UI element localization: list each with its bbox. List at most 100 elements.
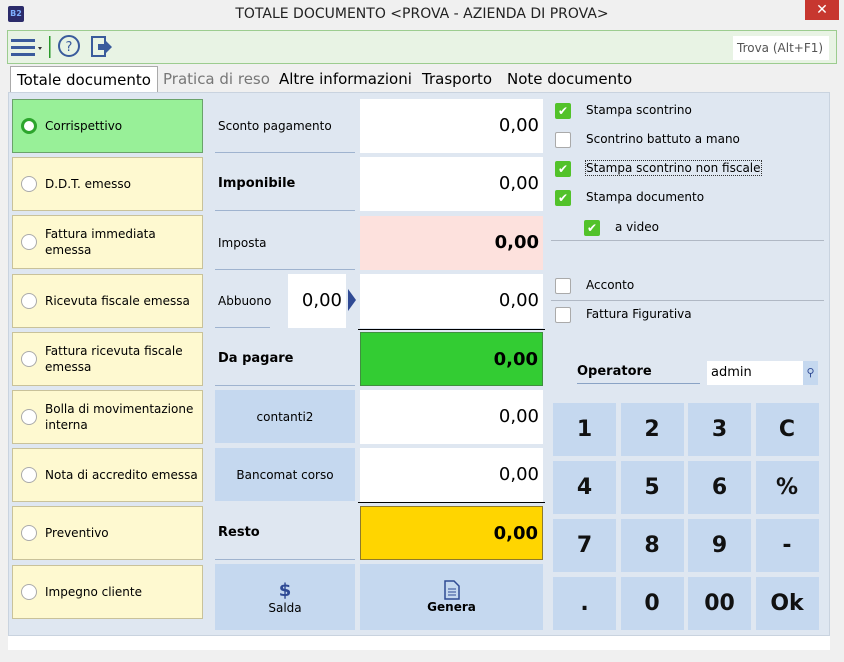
- doc-type-label: Bolla di movimentazione interna: [45, 402, 194, 432]
- imponibile-field: 0,00: [360, 157, 543, 211]
- tab-totale-documento[interactable]: Totale documento: [10, 66, 158, 92]
- doc-type-label: Preventivo: [45, 526, 109, 541]
- checkbox[interactable]: ✔: [555, 190, 571, 206]
- keypad-key[interactable]: 1: [553, 403, 616, 456]
- radio-button[interactable]: [21, 525, 37, 542]
- checkbox[interactable]: ✔: [555, 103, 571, 119]
- radio-button[interactable]: [21, 292, 37, 309]
- checkbox-label[interactable]: Fattura Figurativa: [586, 307, 692, 321]
- resto-field: 0,00: [360, 506, 543, 560]
- keypad-key[interactable]: 00: [688, 577, 751, 630]
- divider: [358, 502, 545, 503]
- checkbox[interactable]: [555, 132, 571, 148]
- abbuono-field: 0,00: [360, 274, 543, 328]
- payment-contanti-button[interactable]: contanti2: [215, 390, 355, 443]
- menu-icon[interactable]: [11, 36, 51, 58]
- keypad-key[interactable]: %: [755, 461, 819, 514]
- doc-type-option[interactable]: Bolla di movimentazione interna: [12, 390, 203, 444]
- doc-type-label: D.D.T. emesso: [45, 177, 131, 192]
- doc-type-option[interactable]: Ricevuta fiscale emessa: [12, 273, 203, 328]
- payment-bancomat-button[interactable]: Bancomat corso: [215, 448, 355, 501]
- sconto-label: Sconto pagamento: [215, 99, 355, 153]
- divider: [551, 240, 824, 241]
- salda-button[interactable]: $ Salda: [215, 564, 355, 630]
- window-title: TOTALE DOCUMENTO <PROVA - AZIENDA DI PRO…: [235, 6, 609, 22]
- doc-type-label: Fattura immediata emessa: [45, 227, 156, 258]
- sconto-field[interactable]: 0,00: [360, 99, 543, 153]
- radio-button[interactable]: [21, 409, 37, 425]
- keypad-key[interactable]: 6: [688, 461, 751, 514]
- resto-label: Resto: [215, 506, 355, 560]
- checkbox-label[interactable]: Stampa scontrino non fiscale: [585, 160, 762, 176]
- operatore-label: Operatore: [577, 364, 700, 384]
- panel-footer: [8, 636, 830, 650]
- tab-altre-informazioni[interactable]: Altre informazioni: [273, 66, 418, 92]
- find-button[interactable]: Trova (Alt+F1): [733, 36, 829, 60]
- doc-type-option[interactable]: Impegno cliente: [12, 564, 203, 619]
- keypad-key[interactable]: C: [755, 403, 819, 456]
- checkbox[interactable]: ✔: [555, 161, 571, 177]
- close-button[interactable]: ✕: [805, 0, 839, 20]
- imposta-label: Imposta: [215, 216, 355, 270]
- document-icon: [443, 580, 460, 600]
- abbuono-input[interactable]: 0,00: [288, 274, 346, 328]
- keypad-key[interactable]: 0: [620, 577, 684, 630]
- doc-type-option[interactable]: Corrispettivo: [12, 99, 203, 153]
- keypad-key[interactable]: 9: [688, 519, 751, 572]
- radio-button[interactable]: [21, 467, 37, 484]
- bancomat-field[interactable]: 0,00: [360, 448, 543, 502]
- salda-label: Salda: [268, 600, 302, 615]
- arrow-right-icon[interactable]: [348, 289, 356, 311]
- radio-button[interactable]: [21, 583, 37, 600]
- checkbox[interactable]: [555, 307, 571, 323]
- divider: [551, 300, 824, 301]
- keypad-key[interactable]: 2: [620, 403, 684, 456]
- doc-type-label: Corrispettivo: [45, 119, 123, 133]
- keypad-key[interactable]: 7: [553, 519, 616, 572]
- tab-note-documento[interactable]: Note documento: [501, 66, 638, 92]
- doc-type-label: Fattura ricevuta fiscale emessa: [45, 343, 183, 374]
- doc-type-label: Impegno cliente: [45, 584, 142, 599]
- radio-button[interactable]: [21, 234, 37, 251]
- doc-type-option[interactable]: Preventivo: [12, 506, 203, 561]
- checkbox-label[interactable]: a video: [615, 220, 659, 234]
- doc-type-option[interactable]: Nota di accredito emessa: [12, 448, 203, 503]
- radio-button[interactable]: [21, 176, 37, 193]
- keypad-key[interactable]: 4: [553, 461, 616, 514]
- keypad-key[interactable]: -: [755, 519, 819, 572]
- checkbox-label[interactable]: Stampa scontrino: [586, 103, 692, 117]
- checkbox[interactable]: [555, 278, 571, 294]
- radio-button[interactable]: [21, 118, 37, 134]
- keypad-key[interactable]: .: [553, 577, 616, 630]
- toolbar: [7, 30, 837, 64]
- search-icon[interactable]: ⚲: [803, 361, 818, 385]
- keypad-key[interactable]: 5: [620, 461, 684, 514]
- exit-icon[interactable]: [90, 34, 114, 60]
- doc-type-option[interactable]: Fattura immediata emessa: [12, 215, 203, 270]
- keypad-key[interactable]: Ok: [755, 577, 819, 630]
- da-pagare-field: 0,00: [360, 332, 543, 386]
- dollar-icon: $: [278, 579, 292, 601]
- keypad-key[interactable]: 3: [688, 403, 751, 456]
- checkbox[interactable]: ✔: [584, 220, 600, 236]
- doc-type-option[interactable]: Fattura ricevuta fiscale emessa: [12, 331, 203, 386]
- genera-label: Genera: [427, 600, 476, 614]
- help-icon[interactable]: ?: [56, 34, 82, 60]
- doc-type-label: Ricevuta fiscale emessa: [45, 293, 190, 308]
- svg-text:?: ?: [66, 40, 73, 55]
- tab-pratica-di-reso[interactable]: Pratica di reso: [157, 66, 276, 92]
- checkbox-label[interactable]: Stampa documento: [586, 190, 704, 204]
- operatore-input[interactable]: admin: [707, 361, 803, 385]
- keypad-key[interactable]: 8: [620, 519, 684, 572]
- imposta-field: 0,00: [360, 216, 543, 270]
- tab-trasporto[interactable]: Trasporto: [416, 66, 498, 92]
- contanti-field[interactable]: 0,00: [360, 390, 543, 444]
- genera-button[interactable]: Genera: [360, 564, 543, 630]
- doc-type-label: Nota di accredito emessa: [45, 468, 198, 483]
- checkbox-label[interactable]: Acconto: [586, 278, 634, 292]
- abbuono-label: Abbuono: [215, 274, 271, 328]
- radio-button[interactable]: [21, 350, 37, 367]
- checkbox-label[interactable]: Scontrino battuto a mano: [586, 132, 740, 146]
- doc-type-option[interactable]: D.D.T. emesso: [12, 157, 203, 212]
- imponibile-label: Imponibile: [215, 157, 355, 211]
